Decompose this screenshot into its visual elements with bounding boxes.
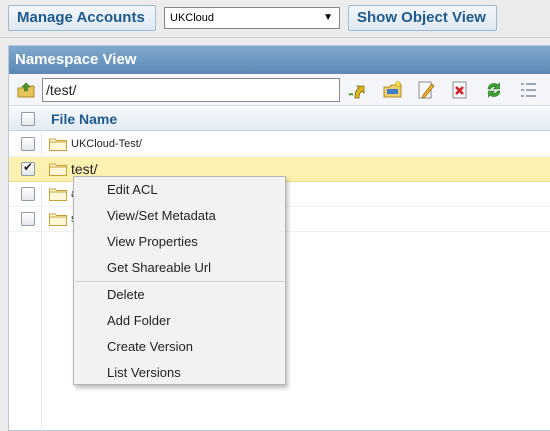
menu-item-list-versions[interactable]: List Versions <box>74 360 285 386</box>
account-select-value: UKCloud <box>170 12 215 24</box>
show-object-view-button[interactable]: Show Object View <box>348 5 497 31</box>
table-row[interactable]: UKCloud-Test/ <box>9 132 550 157</box>
menu-item-edit-acl[interactable]: Edit ACL <box>74 177 285 203</box>
select-all-checkbox[interactable] <box>21 112 35 126</box>
menu-item-get-shareable-url[interactable]: Get Shareable Url <box>74 255 285 281</box>
account-select[interactable]: UKCloud ▼ <box>164 7 340 29</box>
menu-item-view-set-metadata[interactable]: View/Set Metadata <box>74 203 285 229</box>
menu-item-view-properties[interactable]: View Properties <box>74 229 285 255</box>
new-folder-icon[interactable] <box>383 80 403 100</box>
up-folder-icon[interactable] <box>16 80 36 100</box>
file-name[interactable]: UKCloud-Test/ <box>71 132 142 157</box>
column-toggle-icon[interactable] <box>519 80 539 100</box>
upload-icon[interactable] <box>346 80 366 100</box>
menu-item-add-folder[interactable]: Add Folder <box>74 308 285 334</box>
grid-header: File Name <box>9 107 550 131</box>
column-header-file-name[interactable]: File Name <box>51 107 117 131</box>
row-checkbox[interactable] <box>21 212 35 226</box>
top-toolbar: Manage Accounts UKCloud ▼ Show Object Vi… <box>0 0 550 38</box>
path-input[interactable]: /test/ <box>42 78 340 102</box>
folder-icon <box>49 188 67 201</box>
refresh-icon[interactable] <box>484 80 504 100</box>
row-checkbox[interactable] <box>21 187 35 201</box>
context-menu: Edit ACL View/Set Metadata View Properti… <box>73 176 286 385</box>
folder-icon <box>49 213 67 226</box>
dropdown-arrow-icon: ▼ <box>323 12 333 23</box>
folder-icon <box>49 138 67 151</box>
manage-accounts-button[interactable]: Manage Accounts <box>8 5 156 31</box>
row-checkbox-checked[interactable] <box>21 160 35 176</box>
edit-icon[interactable] <box>416 80 436 100</box>
delete-icon[interactable] <box>450 80 470 100</box>
folder-icon <box>49 163 67 176</box>
row-checkbox[interactable] <box>21 137 35 151</box>
path-bar: /test/ <box>9 74 550 106</box>
menu-item-create-version[interactable]: Create Version <box>74 334 285 360</box>
panel-title: Namespace View <box>9 46 550 74</box>
menu-item-delete[interactable]: Delete <box>74 282 285 308</box>
